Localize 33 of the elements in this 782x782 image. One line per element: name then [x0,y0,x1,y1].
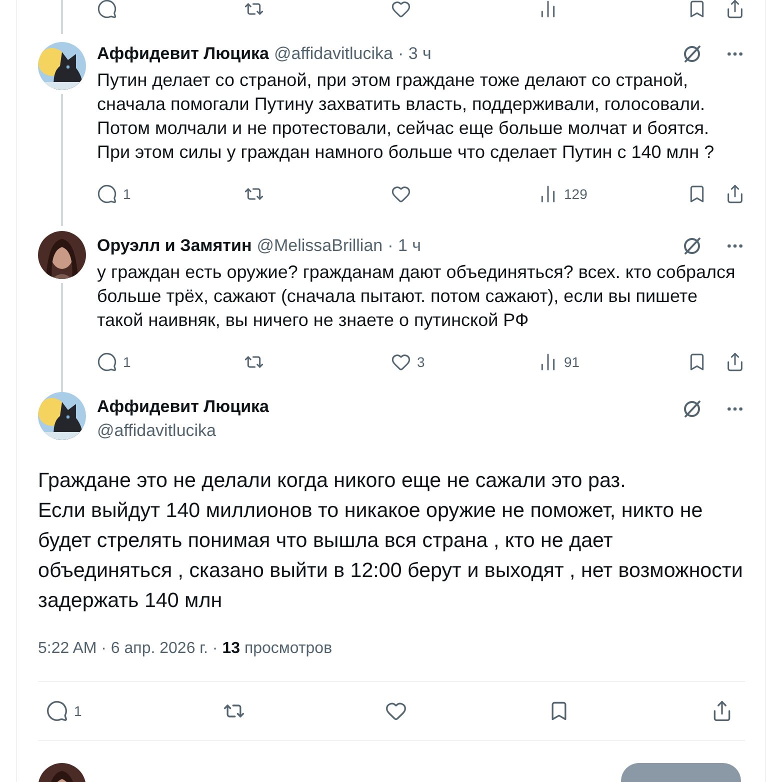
comment-icon[interactable] [46,700,68,722]
author-handle[interactable]: @affidavitlucika [97,420,269,442]
author-name[interactable]: Оруэлл и Замятин [97,236,252,256]
heart-icon[interactable] [391,352,411,372]
post-text: Граждане это не делали когда никого еще не сажали это раз. [38,468,627,494]
post-meta: 5:22 AM · 6 апр. 2026 г. · 13 просмотров [38,640,334,659]
author-handle[interactable]: @MelissaBrillian [256,236,383,256]
post-time[interactable]: · 1 ч [388,236,422,256]
author-name[interactable]: Аффидевит Люцика [97,396,269,418]
slash-circle-icon[interactable] [681,235,703,257]
comment-icon[interactable] [97,184,117,204]
heart-icon[interactable] [391,0,411,19]
share-icon[interactable] [725,184,745,204]
heart-icon[interactable] [391,184,411,204]
action-count: 1 [123,186,131,202]
action-count: 129 [564,186,588,202]
slash-circle-icon[interactable] [681,43,703,65]
share-icon[interactable] [725,0,745,19]
comment-icon[interactable] [97,0,117,19]
post-text: Если выйдут 140 миллионов то никакое оружие не поможет, никто не будет стрелять понимая что вышла вся страна , кто не дает объединяться , сказано выйти в 12:00 берут и выходят , нет возможности задержать 140 млн [38,498,744,614]
action-count: 1 [123,354,131,370]
action-count: 3 [417,354,425,370]
author-handle[interactable]: @affidavitlucika [274,44,393,64]
action-count: 1 [74,703,82,719]
share-icon[interactable] [725,352,745,372]
slash-circle-icon[interactable] [681,398,703,420]
reply-text: у граждан есть оружие? гражданам дают объединяться? всех. кто собрался больше трёх, сажают (сначала пытают. потом сажают), если вы пишете такой наивняк, вы ничего не знаете о путинской РФ [97,261,736,332]
reply-text: Путин делает со страной, при этом граждане тоже делают со страной, сначала помогали Путину захватить власть, поддерживали, голосовали. Потом молчали и не протестовали, сейчас еще больше молчат и боятся. При этом силы у граждан намного больше что сделает Путин с 140 млн ? [97,69,716,164]
author-name[interactable]: Аффидевит Люцика [97,44,269,64]
post-time[interactable]: · 3 ч [398,44,432,64]
heart-icon[interactable] [385,700,408,722]
comment-icon[interactable] [97,352,117,372]
action-count: 91 [564,354,580,370]
